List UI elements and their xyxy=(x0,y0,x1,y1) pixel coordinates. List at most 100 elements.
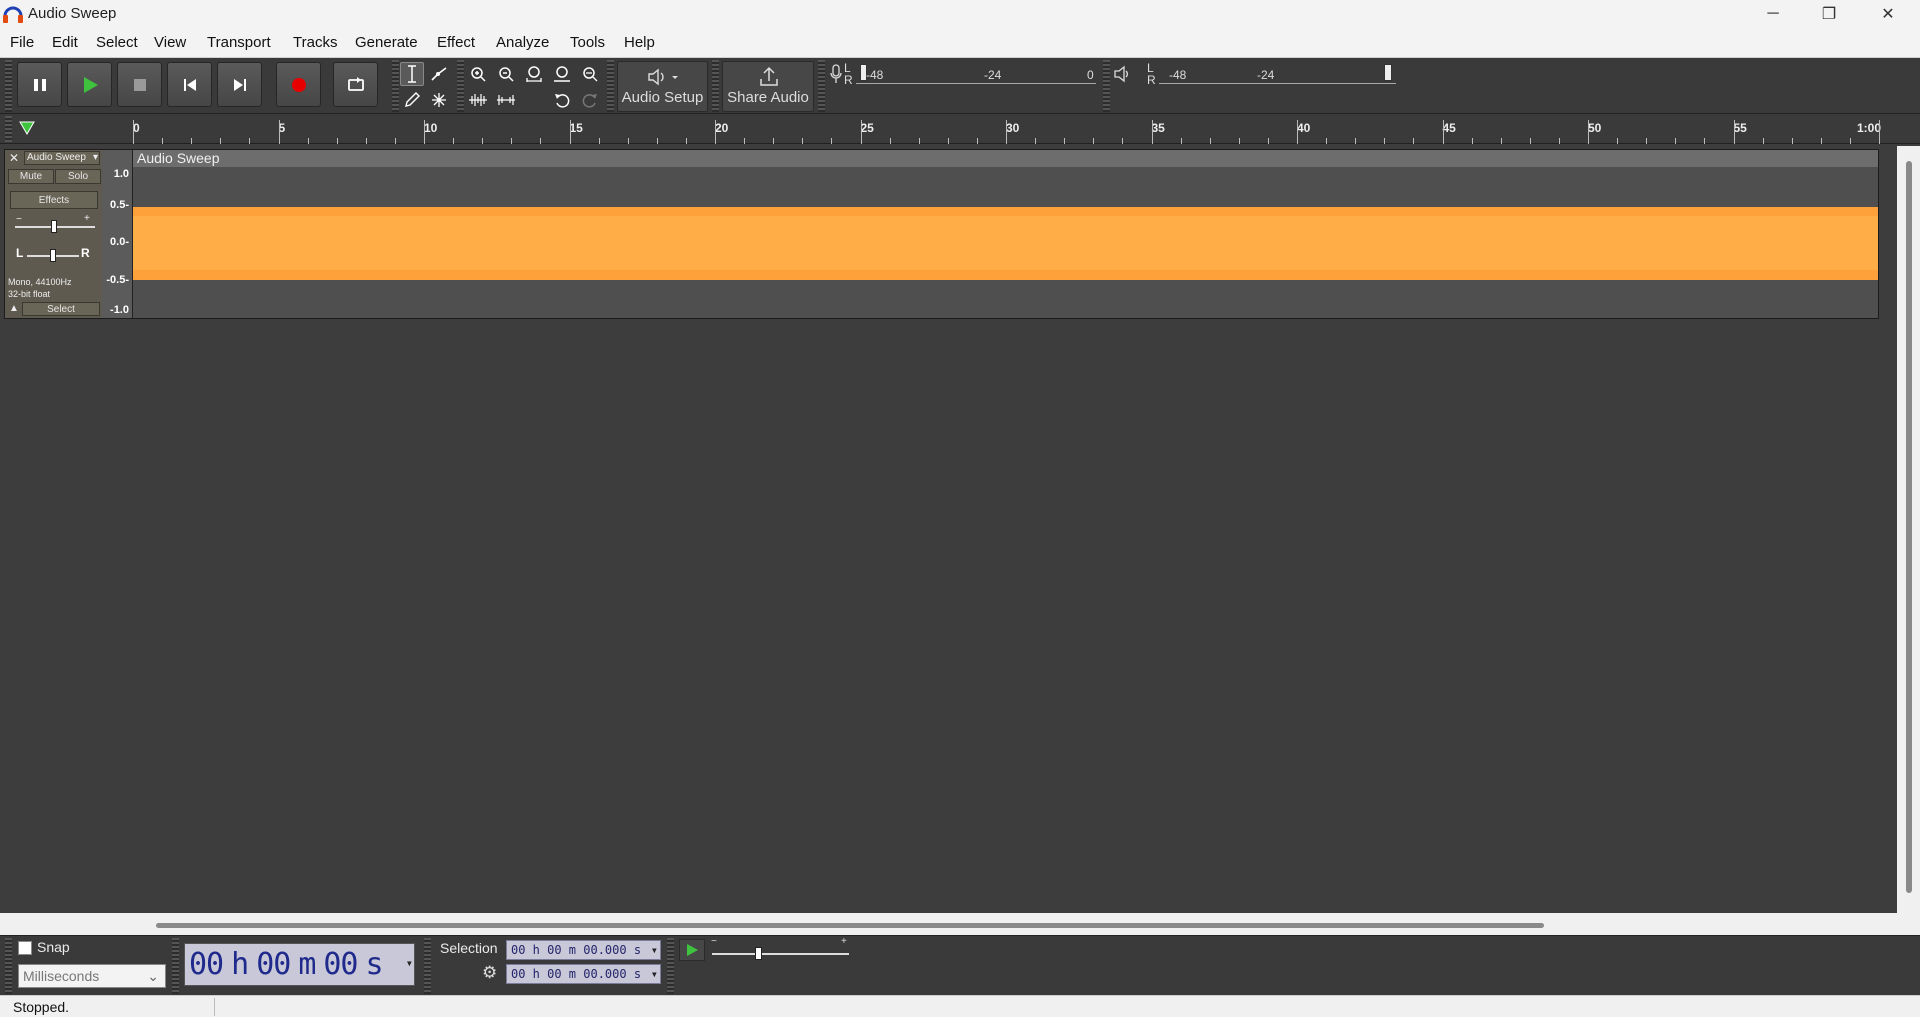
vertical-scrollbar[interactable] xyxy=(1897,146,1920,913)
selection-start-field[interactable]: 00 h 00 m 00.000 s ▾ xyxy=(506,940,661,960)
ruler-tick xyxy=(540,138,542,144)
menu-tracks[interactable]: Tracks xyxy=(293,34,337,51)
fit-project-button[interactable] xyxy=(550,62,574,86)
multi-tool-button[interactable] xyxy=(427,88,451,112)
play-head-triangle-icon[interactable] xyxy=(19,121,35,135)
skip-to-end-button[interactable] xyxy=(217,62,262,107)
selection-start-dropdown-icon[interactable]: ▾ xyxy=(651,941,658,959)
play-at-speed-button[interactable] xyxy=(679,939,705,961)
select-track-button[interactable]: Select xyxy=(22,302,100,316)
stop-icon xyxy=(133,78,146,91)
clip-title-bar[interactable]: Audio Sweep xyxy=(133,150,1878,167)
zoom-in-button[interactable] xyxy=(466,62,490,86)
meter-slider-handle[interactable] xyxy=(1384,64,1392,81)
toolbar-grip[interactable] xyxy=(607,60,614,112)
record-button[interactable] xyxy=(276,62,321,107)
waveform[interactable] xyxy=(133,207,1878,280)
menu-view[interactable]: View xyxy=(154,34,186,51)
mute-button[interactable]: Mute xyxy=(8,169,54,184)
toolbar-grip[interactable] xyxy=(5,60,12,112)
pan-slider[interactable] xyxy=(27,249,79,262)
selection-tool-button[interactable] xyxy=(400,62,424,86)
play-button[interactable] xyxy=(67,62,112,107)
toolbar-grip[interactable] xyxy=(712,60,719,112)
audio-track: ✕ Audio Sweep ▾ Mute Solo Effects − + L … xyxy=(4,149,1879,319)
snap-unit-select[interactable]: Milliseconds ⌄ xyxy=(18,964,166,988)
horizontal-scroll-thumb[interactable] xyxy=(156,923,1544,928)
toolbar-grip[interactable] xyxy=(457,60,464,112)
toolbar-grip[interactable] xyxy=(424,938,431,994)
ruler-tick xyxy=(947,138,949,144)
clip-name: Audio Sweep xyxy=(137,150,220,166)
gain-minus-label: − xyxy=(16,214,22,225)
minimize-button[interactable]: ─ xyxy=(1745,0,1801,28)
pause-button[interactable] xyxy=(17,62,62,107)
toolbar-grip[interactable] xyxy=(392,60,399,112)
audio-clip[interactable]: Audio Sweep xyxy=(133,150,1878,318)
menu-analyze[interactable]: Analyze xyxy=(496,34,549,51)
stop-button[interactable] xyxy=(117,62,162,107)
loop-button[interactable] xyxy=(333,62,378,107)
recording-meter[interactable]: L R -48 -24 0 xyxy=(828,61,1100,87)
toolbar-grip[interactable] xyxy=(5,938,12,994)
close-button[interactable]: ✕ xyxy=(1860,0,1916,28)
collapse-track-icon[interactable]: ▲ xyxy=(9,303,19,314)
selection-end-dropdown-icon[interactable]: ▾ xyxy=(651,965,658,983)
toolbar-grip[interactable] xyxy=(1103,60,1110,112)
title-bar: Audio Sweep ─ ❐ ✕ xyxy=(0,0,1920,28)
toolbar-grip[interactable] xyxy=(818,60,825,112)
zoom-out-button[interactable] xyxy=(494,62,518,86)
snap-checkbox[interactable] xyxy=(18,941,32,955)
vertical-amplitude-ruler[interactable]: 1.0 0.5- 0.0- -0.5- -1.0 xyxy=(102,150,133,318)
scale-label: 1.0 xyxy=(113,168,129,180)
envelope-tool-button[interactable] xyxy=(427,62,451,86)
play-speed-slider-handle[interactable] xyxy=(755,947,762,960)
menu-effect[interactable]: Effect xyxy=(437,34,475,51)
playback-meter[interactable]: L R -48 -24 xyxy=(1112,61,1396,87)
ruler-tick xyxy=(598,138,600,144)
menu-file[interactable]: File xyxy=(10,34,34,51)
timeline-ruler[interactable]: 0 5 10 15 20 25 30 35 40 45 50 55 1:00 xyxy=(0,114,1920,144)
ruler-grip[interactable] xyxy=(5,116,12,142)
menu-select[interactable]: Select xyxy=(96,34,138,51)
menu-transport[interactable]: Transport xyxy=(207,34,271,51)
track-name-menu[interactable]: Audio Sweep ▾ xyxy=(24,151,100,165)
restore-button[interactable]: ❐ xyxy=(1801,0,1857,28)
menu-generate[interactable]: Generate xyxy=(355,34,418,51)
menu-tools[interactable]: Tools xyxy=(570,34,605,51)
audio-setup-button[interactable]: Audio Setup xyxy=(617,61,708,112)
toolbar-grip[interactable] xyxy=(172,938,179,994)
draw-tool-button[interactable] xyxy=(400,88,424,112)
play-speed-slider[interactable] xyxy=(712,947,849,960)
menu-edit[interactable]: Edit xyxy=(52,34,78,51)
share-audio-button[interactable]: Share Audio xyxy=(722,61,814,112)
ruler-tick xyxy=(685,138,687,144)
ruler-scale[interactable]: 0 5 10 15 20 25 30 35 40 45 50 55 1:00 xyxy=(133,114,1900,144)
close-icon: ✕ xyxy=(1881,6,1895,23)
ruler-tick xyxy=(1326,138,1328,144)
fit-selection-button[interactable] xyxy=(522,62,546,86)
silence-audio-button[interactable] xyxy=(494,88,518,112)
vertical-scroll-thumb[interactable] xyxy=(1906,161,1912,893)
selection-end-field[interactable]: 00 h 00 m 00.000 s ▾ xyxy=(506,964,661,984)
gear-icon[interactable]: ⚙ xyxy=(482,963,497,983)
horizontal-scrollbar[interactable] xyxy=(0,913,1920,935)
pan-slider-handle[interactable] xyxy=(50,249,56,262)
undo-button[interactable] xyxy=(550,88,574,112)
gain-slider-handle[interactable] xyxy=(51,220,57,233)
time-format-dropdown-icon[interactable]: ▾ xyxy=(406,956,413,970)
ruler-tick xyxy=(1035,138,1037,144)
toolbar-grip[interactable] xyxy=(667,938,674,994)
gain-slider[interactable] xyxy=(15,220,95,233)
track-close-icon[interactable]: ✕ xyxy=(9,151,19,165)
effects-button[interactable]: Effects xyxy=(10,191,98,209)
trim-audio-button[interactable] xyxy=(466,88,490,112)
redo-button[interactable] xyxy=(578,88,602,112)
time-display[interactable]: 00 h 00 m 00 s ▾ xyxy=(184,943,415,986)
menu-help[interactable]: Help xyxy=(624,34,655,51)
solo-button[interactable]: Solo xyxy=(55,169,101,184)
ruler-tick xyxy=(1617,138,1619,144)
ruler-tick xyxy=(1529,138,1531,144)
skip-to-start-button[interactable] xyxy=(167,62,212,107)
zoom-toggle-button[interactable] xyxy=(578,62,602,86)
